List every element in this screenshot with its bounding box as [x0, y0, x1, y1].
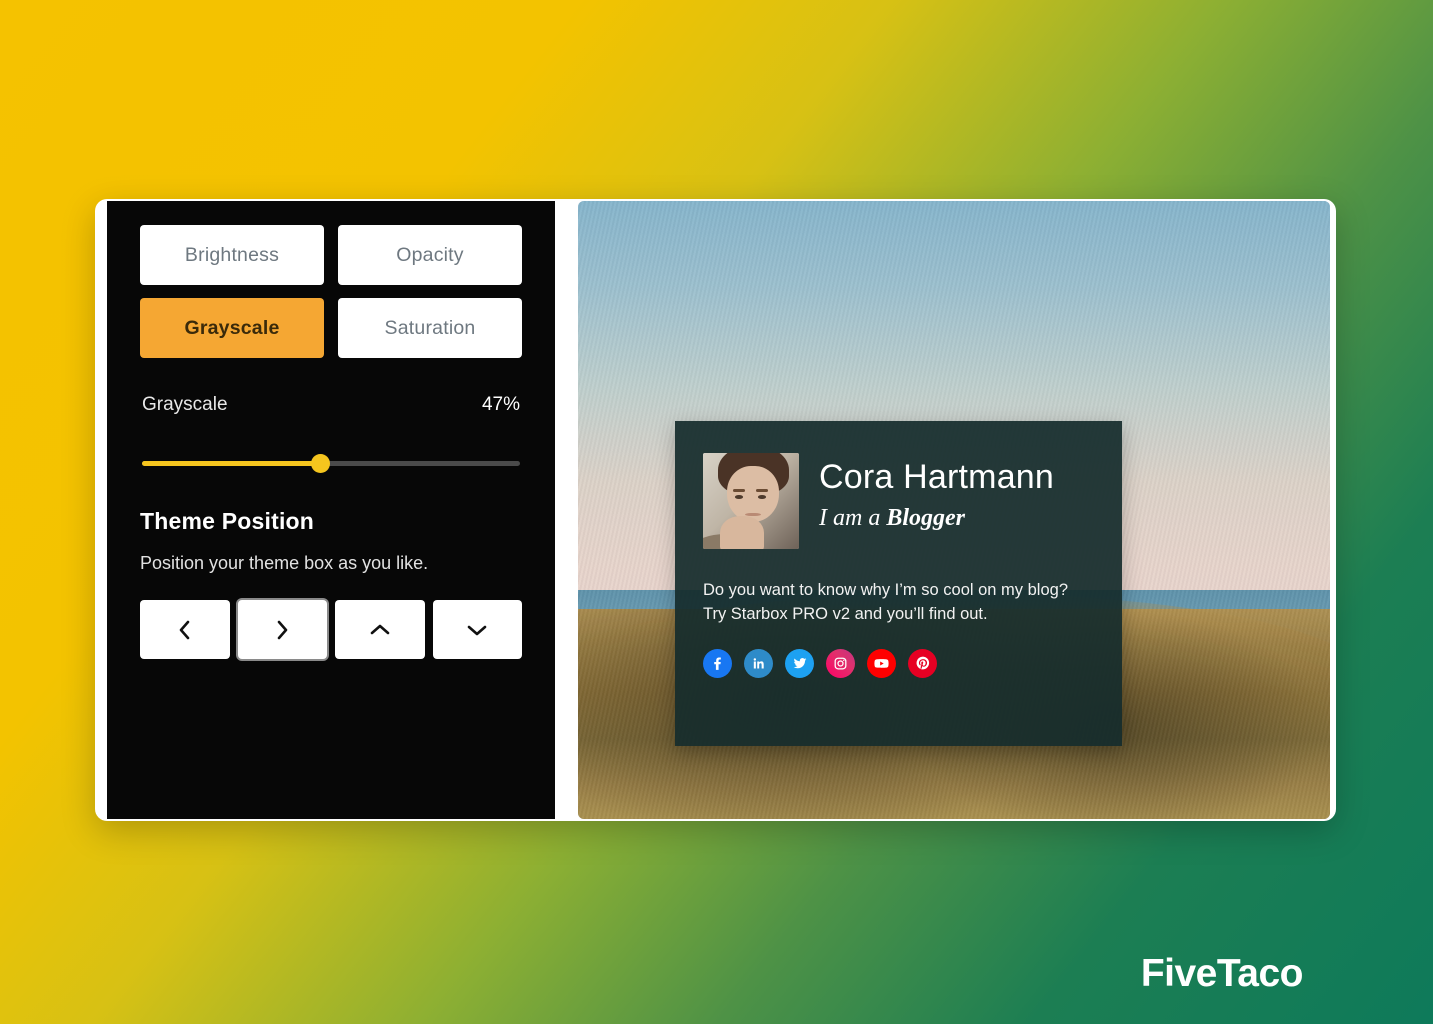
move-up-button[interactable] — [335, 600, 425, 659]
move-down-button[interactable] — [432, 600, 522, 659]
card-description: Do you want to know why I’m so cool on m… — [703, 579, 1094, 627]
grayscale-slider[interactable] — [140, 454, 522, 473]
tab-opacity[interactable]: Opacity — [338, 225, 522, 285]
instagram-icon[interactable] — [826, 648, 855, 678]
card-description-line-2: Try Starbox PRO v2 and you’ll find out. — [703, 604, 988, 623]
card-tagline: I am a Blogger — [819, 505, 1054, 532]
theme-position-controls — [140, 600, 522, 659]
theme-position-title: Theme Position — [140, 508, 315, 534]
card-tagline-prefix: I am a — [819, 505, 887, 532]
slider-value: 47% — [481, 394, 520, 415]
slider-fill — [142, 461, 322, 466]
control-panel: Brightness Opacity Grayscale Saturation … — [107, 201, 555, 819]
pinterest-icon[interactable] — [908, 648, 937, 678]
tab-saturation[interactable]: Saturation — [338, 298, 522, 358]
chevron-down-icon — [466, 622, 488, 638]
card-header: Cora Hartmann I am a Blogger — [703, 453, 1094, 549]
card-tagline-strong: Blogger — [886, 505, 965, 532]
theme-position-block: Theme Position Position your theme box a… — [140, 508, 522, 659]
chevron-left-icon — [177, 619, 193, 641]
theme-position-description: Position your theme box as you like. — [140, 553, 429, 573]
slider-label: Grayscale — [142, 394, 228, 415]
tab-brightness[interactable]: Brightness — [140, 225, 324, 285]
starbox-card[interactable]: Cora Hartmann I am a Blogger Do you want… — [675, 421, 1122, 746]
card-name-block: Cora Hartmann I am a Blogger — [819, 453, 1054, 532]
brand-watermark: FiveTaco — [1140, 952, 1304, 995]
chevron-up-icon — [369, 622, 391, 638]
card-name: Cora Hartmann — [819, 458, 1055, 496]
move-left-button[interactable] — [140, 600, 230, 659]
linkedin-icon[interactable] — [744, 648, 773, 678]
grayscale-slider-block: Grayscale 47% — [140, 394, 522, 473]
preview-pane: Cora Hartmann I am a Blogger Do you want… — [578, 201, 1330, 819]
twitter-icon[interactable] — [785, 648, 814, 678]
app-window: Brightness Opacity Grayscale Saturation … — [95, 199, 1336, 821]
social-links-row — [703, 648, 1094, 678]
slider-label-row: Grayscale 47% — [140, 394, 522, 416]
card-description-line-1: Do you want to know why I’m so cool on m… — [703, 581, 1069, 599]
facebook-icon[interactable] — [703, 648, 732, 678]
filter-tab-group: Brightness Opacity Grayscale Saturation — [140, 225, 522, 358]
tab-grayscale[interactable]: Grayscale — [140, 298, 324, 358]
chevron-right-icon — [274, 619, 290, 641]
avatar — [703, 453, 799, 549]
slider-thumb[interactable] — [310, 454, 330, 473]
move-right-button[interactable] — [237, 600, 327, 659]
youtube-icon[interactable] — [867, 648, 896, 678]
